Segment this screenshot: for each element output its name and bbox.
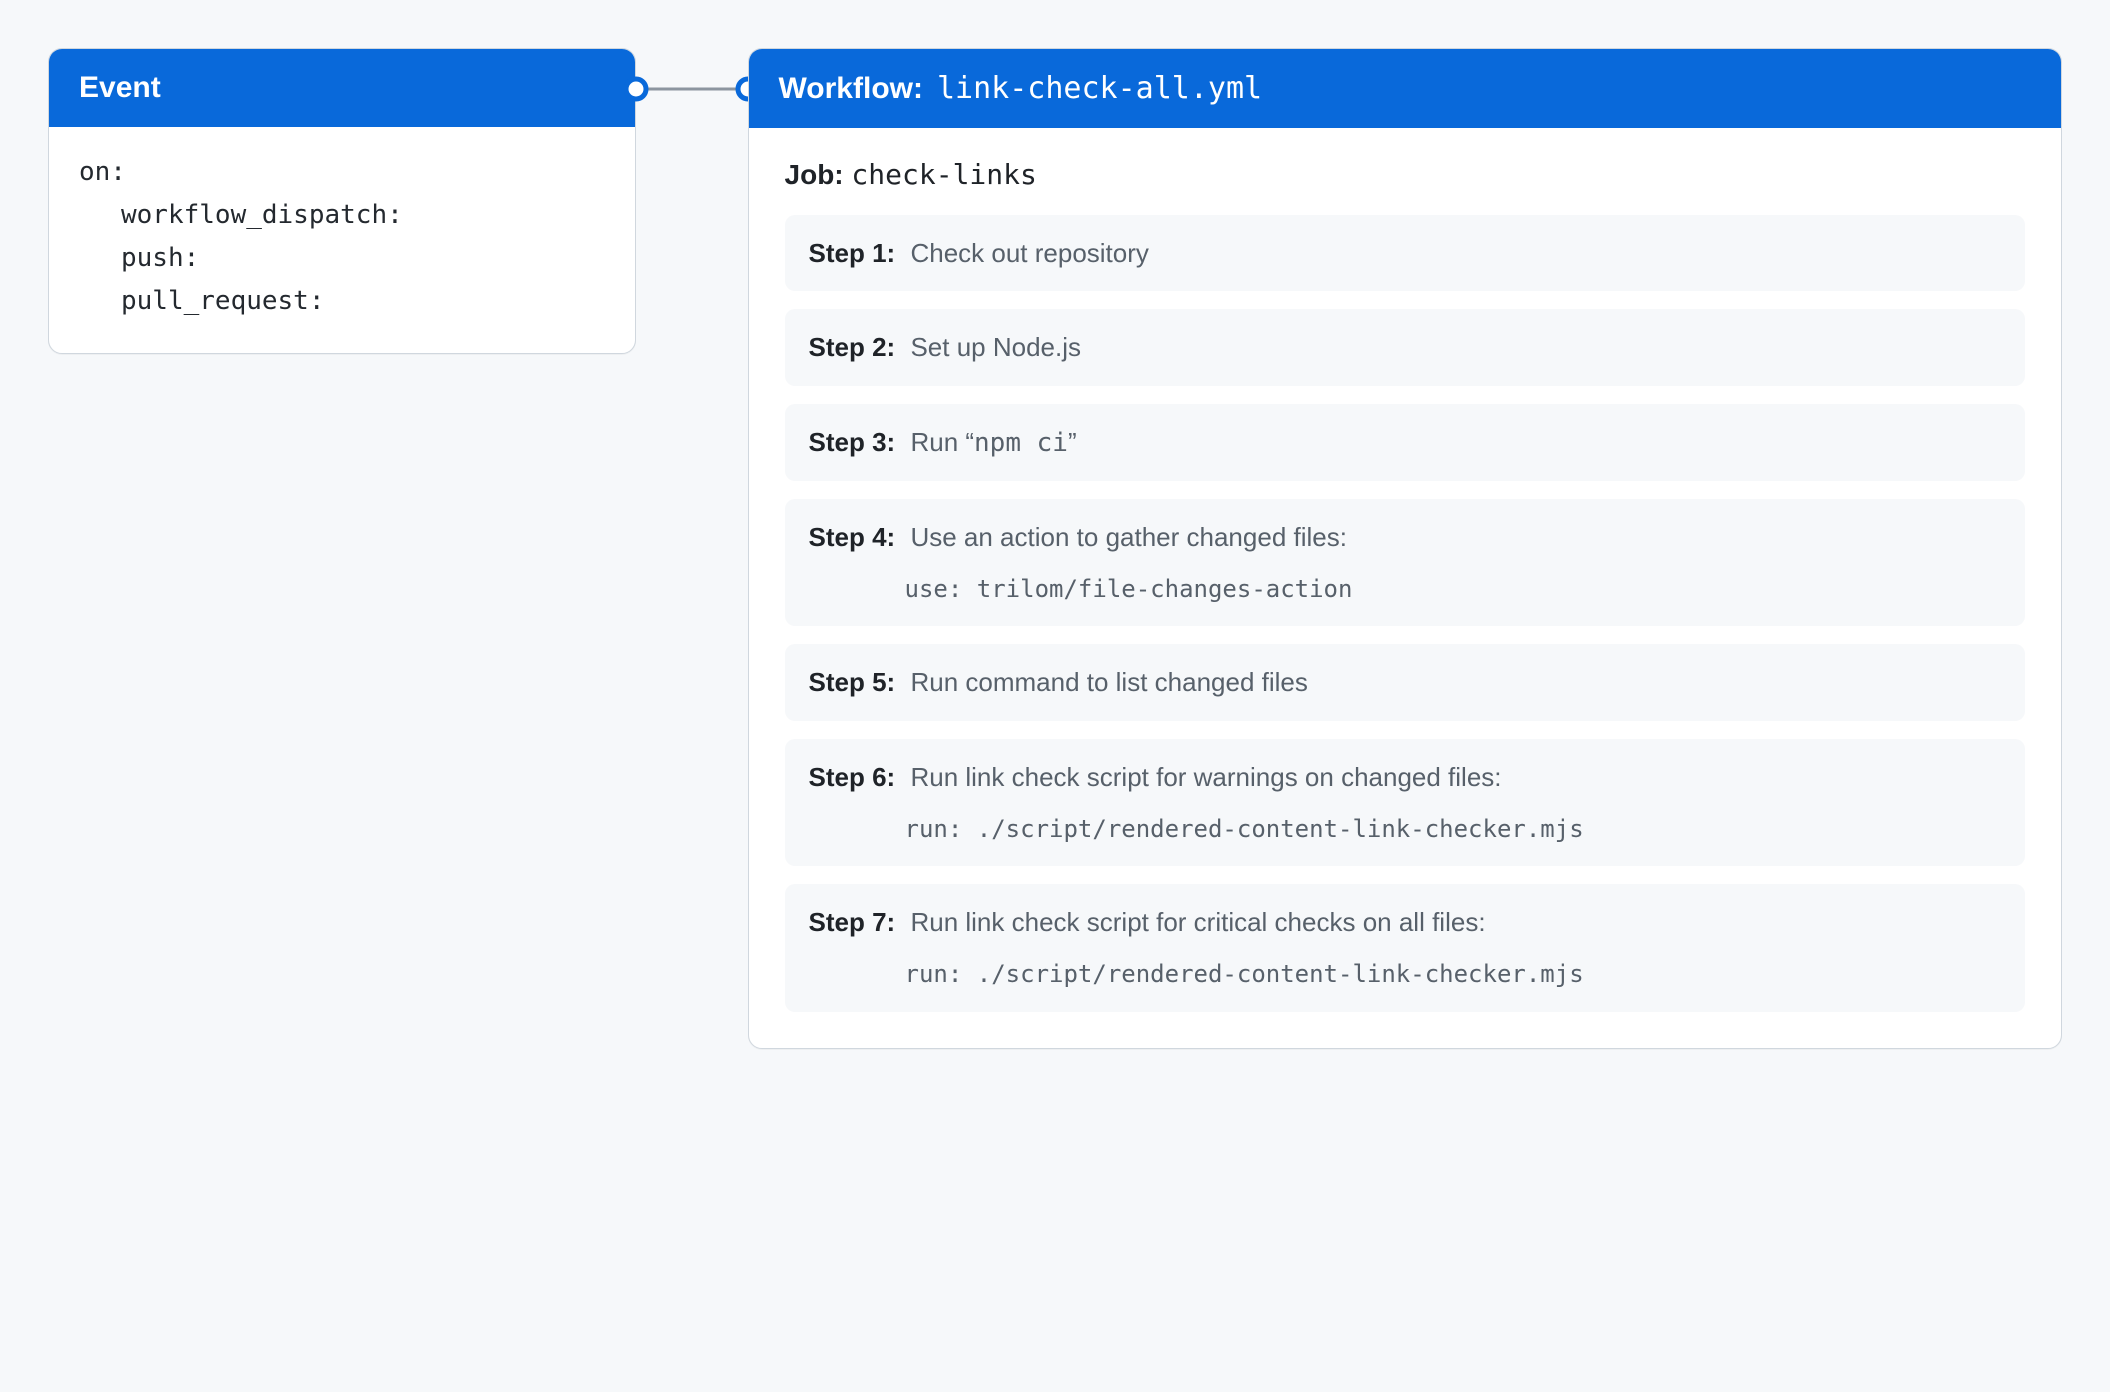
step-detail: run: ./script/rendered-content-link-chec… [809, 956, 2001, 993]
event-card: Event on: workflow_dispatch: push: pull_… [48, 48, 636, 354]
step-number: Step 4: [809, 522, 896, 552]
step-number: Step 2: [809, 332, 896, 362]
step-number: Step 7: [809, 907, 896, 937]
step-row: Step 7: Run link check script for critic… [785, 884, 2025, 1011]
step-row: Step 6: Run link check script for warnin… [785, 739, 2025, 866]
step-desc: Check out repository [910, 238, 1148, 268]
event-card-header: Event [49, 49, 635, 127]
step-desc: Use an action to gather changed files: [910, 522, 1347, 552]
connector [636, 48, 748, 128]
event-title: Event [79, 71, 161, 105]
event-on-label: on: [79, 151, 605, 194]
connector-icon [624, 73, 760, 113]
step-desc-suffix: ” [1068, 427, 1077, 457]
diagram-canvas: Event on: workflow_dispatch: push: pull_… [48, 48, 2062, 1049]
step-row: Step 4: Use an action to gather changed … [785, 499, 2025, 626]
step-row: Step 2: Set up Node.js [785, 309, 2025, 385]
step-row: Step 1: Check out repository [785, 215, 2025, 291]
workflow-body: Job: check-links Step 1: Check out repos… [749, 128, 2061, 1048]
step-detail: run: ./script/rendered-content-link-chec… [809, 811, 2001, 848]
step-desc: Set up Node.js [910, 332, 1081, 362]
job-title: Job: check-links [785, 158, 2025, 191]
step-number: Step 1: [809, 238, 896, 268]
workflow-filename: link-check-all.yml [937, 71, 1262, 106]
job-name: check-links [851, 158, 1036, 191]
step-number: Step 6: [809, 762, 896, 792]
step-desc: Run command to list changed files [910, 667, 1307, 697]
workflow-card: Workflow: link-check-all.yml Job: check-… [748, 48, 2062, 1049]
step-desc-mono: npm ci [974, 428, 1068, 458]
event-trigger: push: [79, 237, 605, 280]
workflow-title-label: Workflow: [779, 72, 923, 106]
event-trigger: workflow_dispatch: [79, 194, 605, 237]
step-row: Step 5: Run command to list changed file… [785, 644, 2025, 720]
step-desc: Run link check script for warnings on ch… [910, 762, 1501, 792]
step-desc: Run link check script for critical check… [910, 907, 1485, 937]
step-row: Step 3: Run “npm ci” [785, 404, 2025, 481]
job-label: Job: [785, 159, 844, 190]
step-desc-prefix: Run “ [910, 427, 974, 457]
step-number: Step 3: [809, 427, 896, 457]
workflow-card-header: Workflow: link-check-all.yml [749, 49, 2061, 128]
step-number: Step 5: [809, 667, 896, 697]
event-body: on: workflow_dispatch: push: pull_reques… [49, 127, 635, 353]
event-trigger: pull_request: [79, 280, 605, 323]
step-detail: use: trilom/file-changes-action [809, 571, 2001, 608]
